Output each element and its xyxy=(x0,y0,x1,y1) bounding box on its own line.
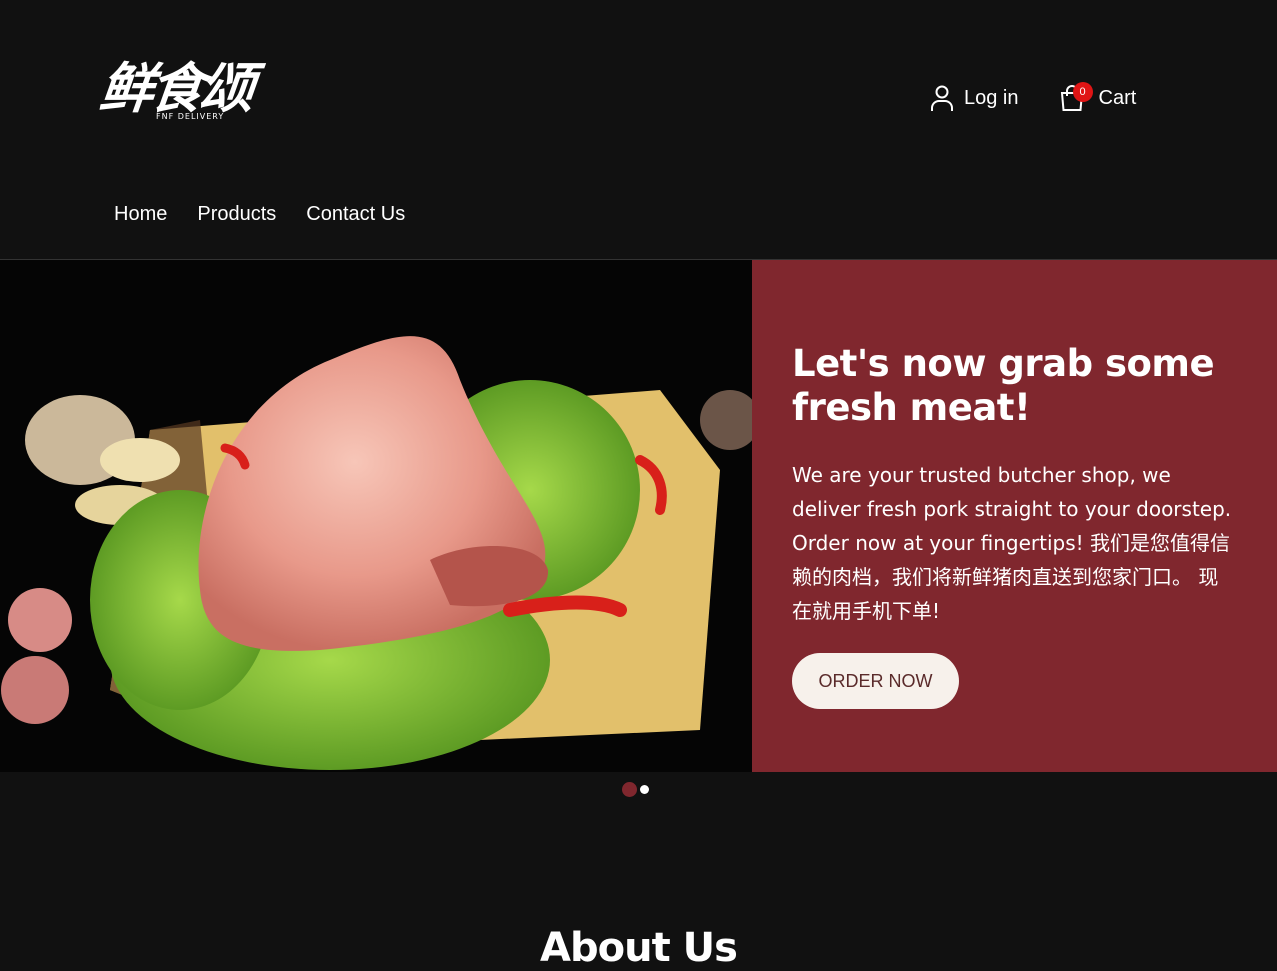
nav-item-home[interactable]: Home xyxy=(114,203,167,226)
order-now-button[interactable]: ORDER NOW xyxy=(792,653,959,709)
nav-item-products[interactable]: Products xyxy=(197,203,276,226)
cart-count-badge: 0 xyxy=(1072,82,1093,102)
logo[interactable]: 鲜食颂 FNF DELIVERY xyxy=(96,56,260,136)
hero-description: We are your trusted butcher shop, we del… xyxy=(792,463,1232,623)
carousel-dot-2[interactable] xyxy=(640,785,649,794)
about-us-heading: About Us xyxy=(540,925,738,971)
carousel-dots xyxy=(622,782,649,797)
cart-label: Cart xyxy=(1098,86,1137,109)
logo-subtext: FNF DELIVERY xyxy=(156,112,225,121)
user-icon xyxy=(930,84,954,112)
main-nav: Home Products Contact Us xyxy=(114,203,435,226)
header-actions: Log in 0 Cart xyxy=(930,82,1137,112)
hero-image xyxy=(0,260,752,772)
logo-text: 鲜食颂 xyxy=(96,56,254,120)
site-header: 鲜食颂 FNF DELIVERY Log in 0 Cart Home Prod… xyxy=(0,0,1277,260)
hero-banner: Let's now grab some fresh meat! We are y… xyxy=(0,260,1277,772)
hero-title: Let's now grab some fresh meat! xyxy=(792,342,1215,429)
carousel-dot-1[interactable] xyxy=(622,782,637,797)
nav-item-contact-us[interactable]: Contact Us xyxy=(306,203,405,226)
login-label: Log in xyxy=(964,86,1019,109)
hero-panel: Let's now grab some fresh meat! We are y… xyxy=(752,260,1277,772)
cart-link[interactable]: 0 Cart xyxy=(1059,82,1137,112)
login-link[interactable]: Log in xyxy=(930,84,1019,112)
